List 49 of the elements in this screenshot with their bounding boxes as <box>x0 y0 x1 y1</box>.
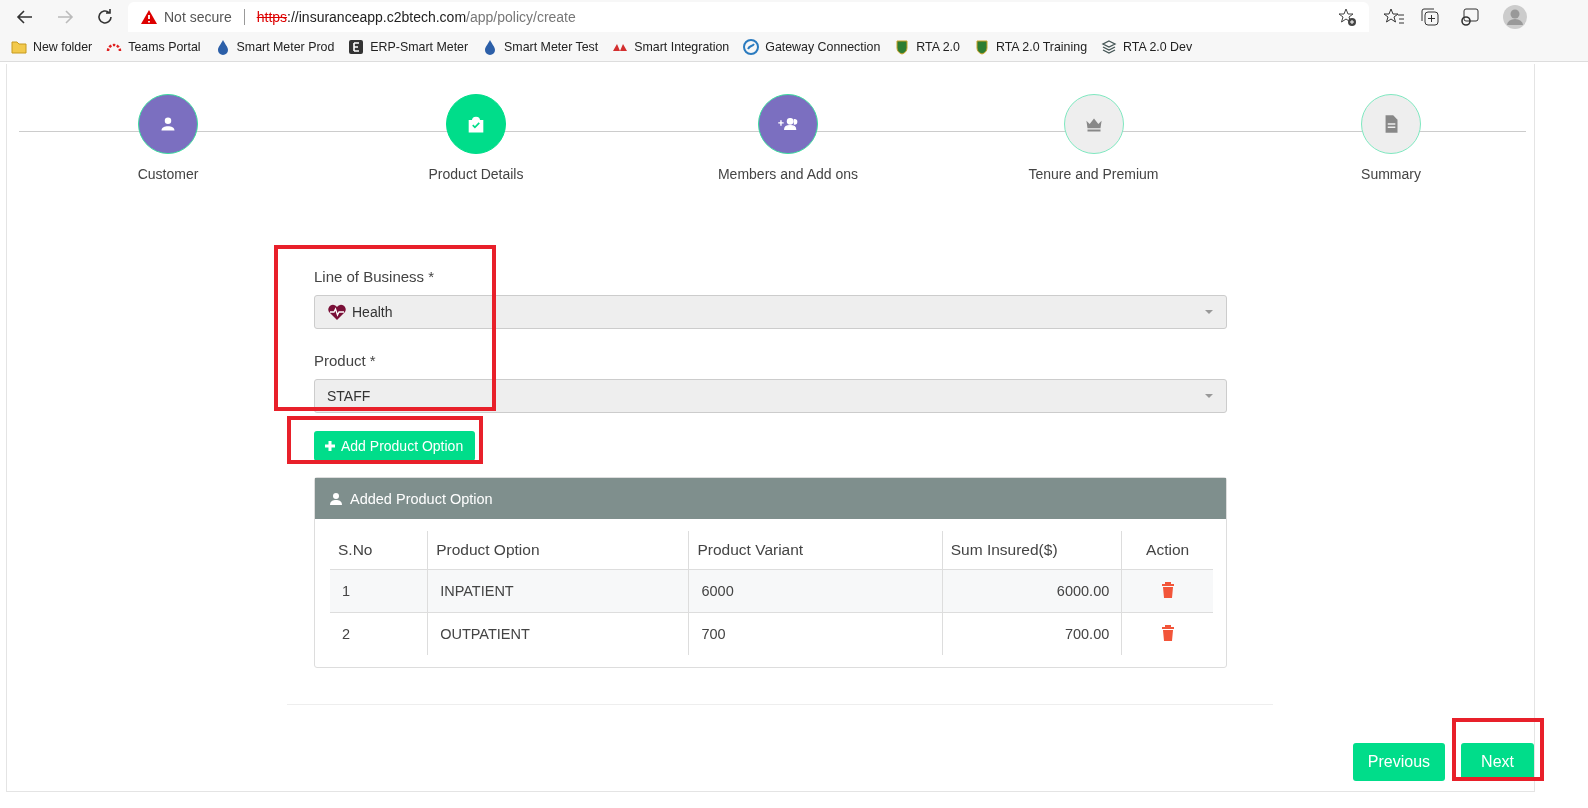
table-cell: 6000 <box>689 569 943 613</box>
panel-title: Added Product Option <box>350 490 493 507</box>
bookmark-link[interactable]: RTA 2.0 Dev <box>1123 40 1193 54</box>
table-cell: 6000.00 <box>942 569 1122 613</box>
folder-icon <box>11 39 27 55</box>
bookmark-link[interactable]: Smart Meter Prod <box>236 40 335 54</box>
field-label: Line of Business * <box>314 268 436 285</box>
table-cell: INPATIENT <box>427 569 689 613</box>
caret-icon <box>1204 393 1214 399</box>
step-circle[interactable] <box>758 94 818 154</box>
trash-icon[interactable] <box>1160 624 1175 641</box>
step-label: Members and Add ons <box>717 166 859 182</box>
bookmark-link[interactable]: RTA 2.0 <box>916 40 960 54</box>
crest-icon <box>894 39 911 55</box>
bookmark-link[interactable]: ERP-Smart Meter <box>370 40 469 54</box>
security-label: Not secure <box>164 8 232 25</box>
column-header: S.No <box>330 531 428 570</box>
bookmark-link[interactable]: New folder <box>33 40 93 54</box>
bookmark-link[interactable]: Smart Meter Test <box>504 40 599 54</box>
step-circle[interactable] <box>138 94 198 154</box>
address-bar[interactable]: Not secure https://insuranceapp.c2btech.com/app/policy/create <box>128 1 1369 32</box>
caret-icon <box>1204 309 1214 315</box>
step-label: Product Details <box>428 166 524 182</box>
bookmark-link[interactable]: Gateway Connection <box>765 40 881 54</box>
person-icon <box>329 491 343 506</box>
bookmark-link[interactable]: Teams Portal <box>128 40 201 54</box>
step-label: Customer <box>137 166 199 182</box>
table-cell: 2 <box>330 612 428 655</box>
select-field[interactable]: Health <box>314 295 1227 329</box>
table-cell: 700.00 <box>942 612 1122 655</box>
step-label: Tenure and Premium <box>1028 166 1159 182</box>
table-cell: 1 <box>330 569 428 613</box>
step-label: Summary <box>1361 166 1421 182</box>
table-cell: OUTPATIENT <box>427 612 689 655</box>
select-field[interactable]: STAFF <box>314 379 1227 413</box>
add-favorite-icon[interactable] <box>1337 6 1357 27</box>
bookmark-link[interactable]: Smart Integration <box>634 40 730 54</box>
crest-icon <box>973 39 990 55</box>
url-text: https://insuranceapp.c2btech.com/app/policy/create <box>256 8 576 25</box>
plus-icon <box>324 440 336 452</box>
trash-icon[interactable] <box>1160 581 1175 598</box>
warning-icon <box>140 8 158 25</box>
table-cell: 700 <box>689 612 943 655</box>
heart-pulse-icon <box>327 303 347 321</box>
bookmark-link[interactable]: RTA 2.0 Training <box>995 40 1088 54</box>
tile-icon <box>348 39 365 55</box>
step-circle[interactable] <box>1361 94 1421 154</box>
layers-icon <box>1101 39 1118 55</box>
field-label: Product * <box>314 352 377 369</box>
